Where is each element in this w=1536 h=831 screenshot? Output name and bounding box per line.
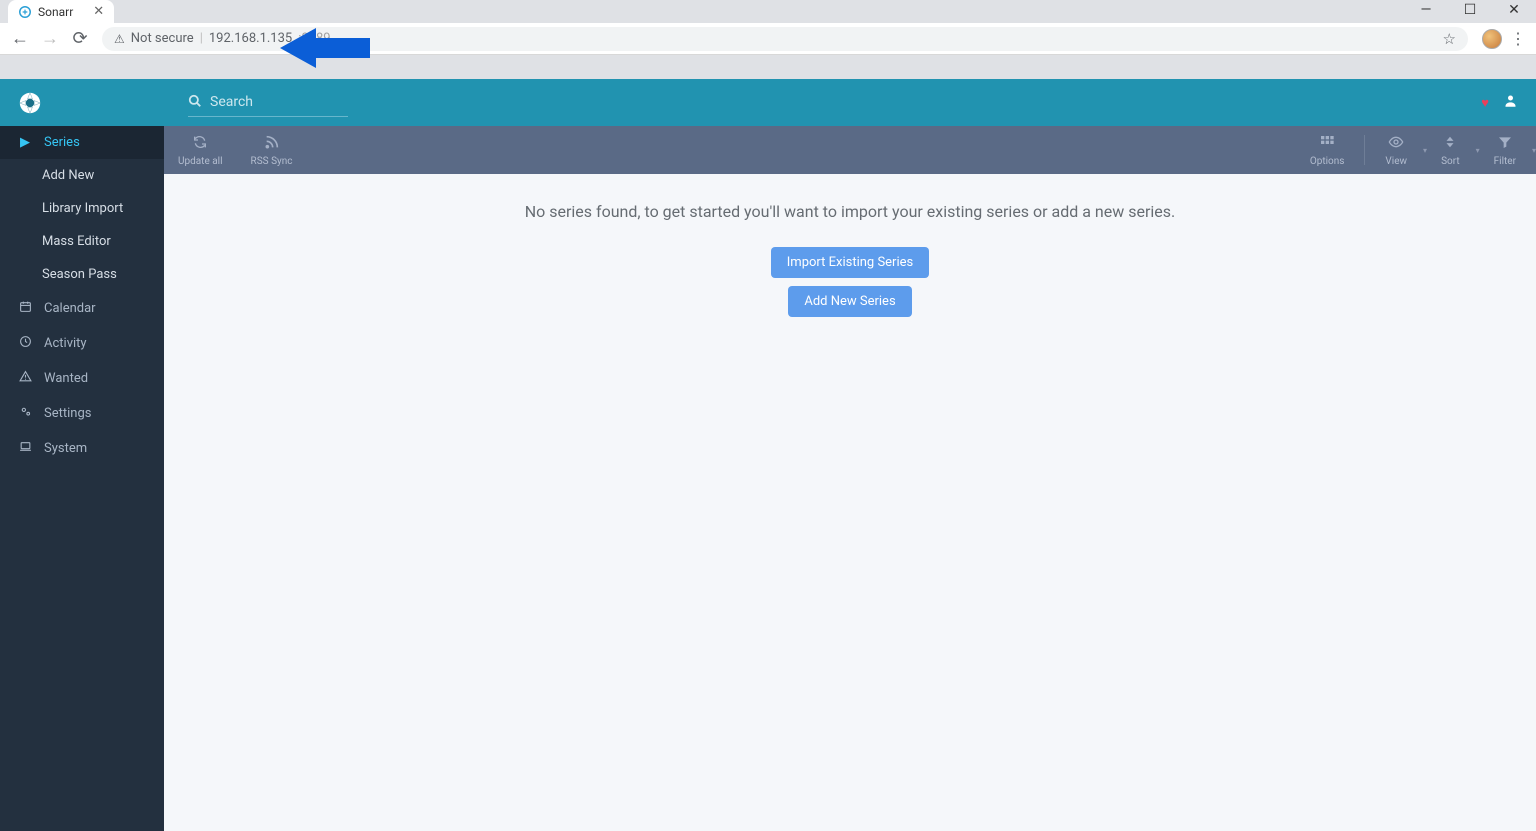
toolbar-label: Sort [1441, 156, 1460, 167]
filter-icon [1497, 134, 1513, 154]
search-input[interactable] [210, 94, 348, 110]
calendar-icon [18, 300, 32, 317]
sidebar-sub-library-import[interactable]: Library Import [0, 192, 164, 225]
profile-avatar[interactable] [1482, 29, 1502, 49]
reload-button[interactable]: ⟳ [68, 28, 92, 49]
tab-close-icon[interactable]: ✕ [93, 4, 104, 19]
toolbar-options[interactable]: Options [1296, 134, 1359, 167]
annotation-arrow-icon [280, 24, 370, 72]
url-separator: | [200, 31, 203, 46]
sidebar-sub-season-pass[interactable]: Season Pass [0, 258, 164, 291]
window-minimize-button[interactable]: — [1412, 2, 1440, 18]
user-icon[interactable] [1503, 93, 1518, 112]
search-icon [188, 93, 202, 112]
browser-chrome: Sonarr ✕ — ☐ ✕ ← → ⟳ ⚠ Not secure | 192.… [0, 0, 1536, 55]
app-header: ♥ [0, 79, 1536, 126]
content-area: Update all RSS Sync Options [164, 126, 1536, 831]
page-toolbar: Update all RSS Sync Options [164, 126, 1536, 174]
toolbar-label: Filter [1494, 156, 1516, 167]
play-icon: ▶ [18, 135, 32, 150]
browser-tab[interactable]: Sonarr ✕ [8, 0, 114, 23]
search-wrap [188, 89, 348, 117]
window-controls: — ☐ ✕ [1412, 2, 1528, 18]
sidebar-label: Settings [44, 406, 91, 421]
sidebar-label: Series [44, 135, 80, 150]
back-button[interactable]: ← [8, 28, 32, 49]
laptop-icon [18, 440, 32, 457]
warning-icon [18, 370, 32, 387]
sidebar-item-calendar[interactable]: Calendar [0, 291, 164, 326]
toolbar-update-all[interactable]: Update all [164, 134, 237, 167]
toolbar-sort[interactable]: Sort [1427, 134, 1474, 167]
eye-icon [1388, 134, 1404, 154]
tab-title: Sonarr [38, 5, 73, 19]
toolbar-view[interactable]: View [1371, 134, 1421, 167]
import-existing-button[interactable]: Import Existing Series [771, 247, 929, 278]
sidebar-label: Activity [44, 336, 87, 351]
toolbar-rss-sync[interactable]: RSS Sync [237, 134, 307, 167]
add-new-series-button[interactable]: Add New Series [788, 286, 911, 317]
toolbar-label: View [1385, 156, 1407, 167]
sidebar-label: System [44, 441, 87, 456]
bookmark-star-icon[interactable]: ☆ [1443, 30, 1456, 48]
sidebar-item-settings[interactable]: Settings [0, 396, 164, 431]
browser-menu-icon[interactable]: ⋮ [1508, 29, 1528, 48]
toolbar-label: RSS Sync [251, 156, 293, 167]
sonarr-favicon-icon [18, 5, 32, 19]
toolbar-label: Options [1310, 156, 1345, 167]
sidebar: ▶ Series Add New Library Import Mass Edi… [0, 126, 164, 831]
sidebar-item-wanted[interactable]: Wanted [0, 361, 164, 396]
sidebar-sub-mass-editor[interactable]: Mass Editor [0, 225, 164, 258]
forward-button[interactable]: → [38, 28, 62, 49]
grid-icon [1319, 134, 1335, 154]
empty-state-message: No series found, to get started you'll w… [164, 202, 1536, 221]
toolbar-right: Options View ▾ [1296, 134, 1536, 167]
rss-icon [264, 134, 280, 154]
browser-toolbar: ← → ⟳ ⚠ Not secure | 192.168.1.135:8989 … [0, 23, 1536, 55]
sort-icon [1443, 134, 1457, 154]
toolbar-filter[interactable]: Filter [1480, 134, 1530, 167]
sidebar-sub-add-new[interactable]: Add New [0, 159, 164, 192]
donate-heart-icon[interactable]: ♥ [1481, 95, 1489, 111]
window-close-button[interactable]: ✕ [1500, 2, 1528, 18]
sidebar-item-system[interactable]: System [0, 431, 164, 466]
not-secure-label: Not secure [131, 31, 194, 46]
sidebar-label: Calendar [44, 301, 96, 316]
sidebar-item-activity[interactable]: Activity [0, 326, 164, 361]
caret-down-icon: ▾ [1532, 146, 1536, 155]
empty-state-actions: Import Existing Series Add New Series [164, 247, 1536, 317]
tab-strip: Sonarr ✕ — ☐ ✕ [0, 0, 1536, 23]
not-secure-icon: ⚠ [114, 32, 125, 46]
sonarr-logo-icon[interactable] [18, 91, 42, 115]
header-right: ♥ [1481, 93, 1518, 112]
window-maximize-button[interactable]: ☐ [1456, 2, 1484, 18]
toolbar-divider [1364, 135, 1365, 165]
sonarr-app: ♥ ▶ Series Add New Library Import Mass E… [0, 79, 1536, 831]
sidebar-item-series[interactable]: ▶ Series [0, 126, 164, 159]
sidebar-label: Wanted [44, 371, 88, 386]
toolbar-label: Update all [178, 156, 223, 167]
refresh-icon [192, 134, 208, 154]
cogs-icon [18, 405, 32, 422]
clock-icon [18, 335, 32, 352]
